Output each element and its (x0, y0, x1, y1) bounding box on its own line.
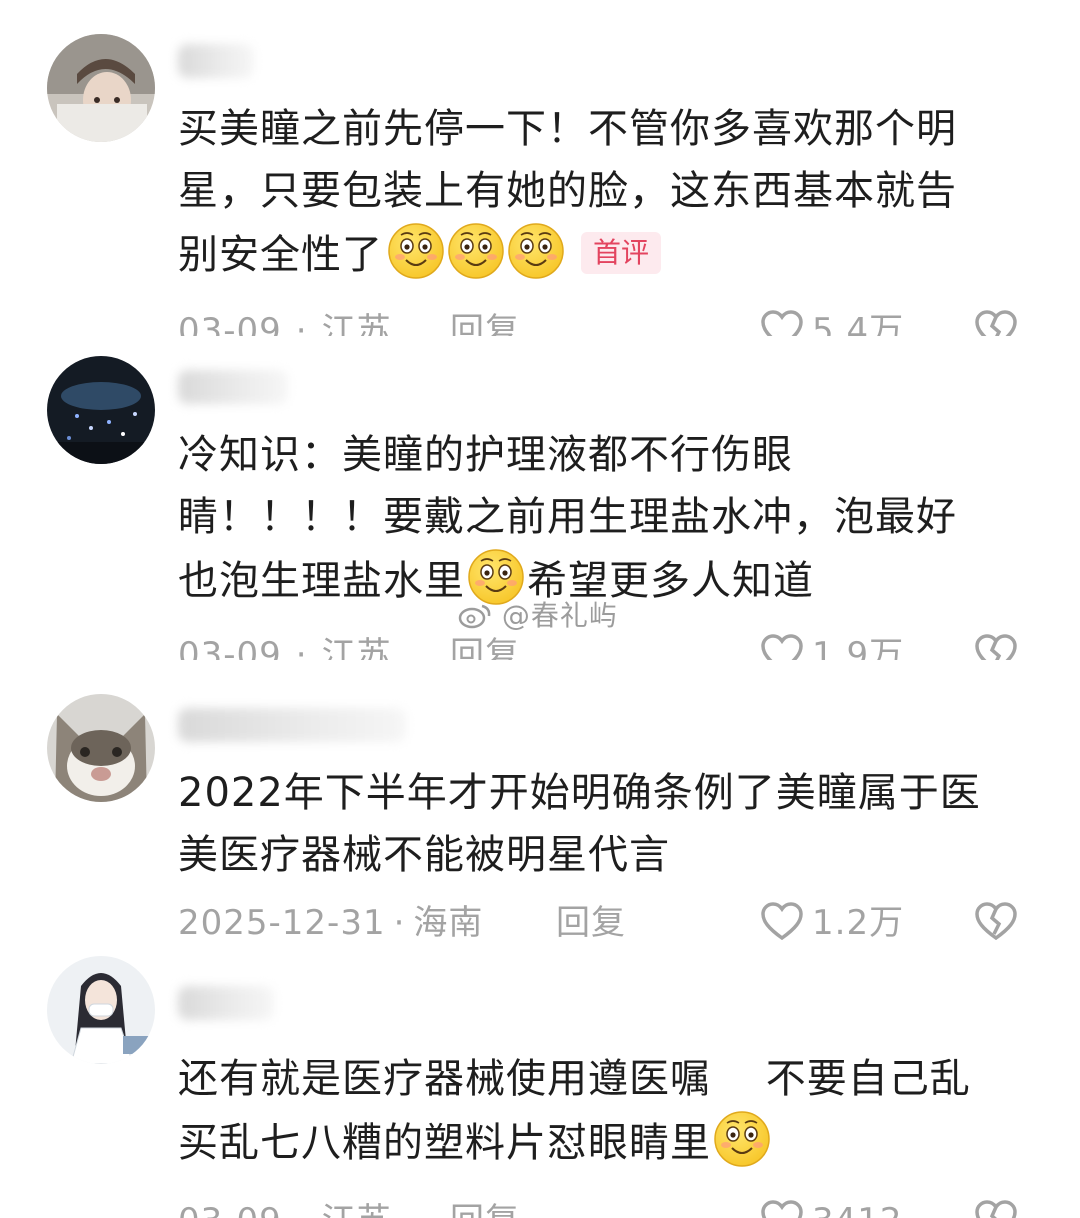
comment-meta: 2025-12-31 · 海南 回复 1.2万 (178, 898, 1080, 940)
comment-line-text: 别安全性了 (178, 232, 383, 278)
meta-separator: · (295, 635, 308, 660)
comment-location: 江苏 (322, 1201, 392, 1218)
weibo-logo-icon (458, 603, 492, 629)
comment-text: 2022年下半年才开始明确条例了美瞳属于医 美医疗器械不能被明星代言 (178, 762, 1038, 886)
grin-emoji-icon (507, 222, 565, 280)
username-blurred[interactable] (178, 370, 288, 404)
comment-meta: 03-09 · 江苏 回复 1.9万 (178, 630, 1080, 660)
avatar[interactable] (47, 34, 155, 142)
avatar[interactable] (47, 694, 155, 802)
avatar-image (47, 694, 155, 802)
reply-button[interactable]: 回复 (556, 898, 626, 940)
reply-button[interactable]: 回复 (450, 630, 520, 660)
grin-emoji-icon (713, 1110, 771, 1168)
dislike-icon[interactable] (974, 308, 1018, 336)
username-blurred[interactable] (178, 986, 274, 1020)
comment-location: 江苏 (321, 635, 392, 660)
like-count: 1.2万 (812, 903, 905, 940)
comment-line-last: 别安全性了 首评 (178, 222, 1038, 284)
meta-separator: · (295, 311, 308, 336)
comment-item: 买美瞳之前先停一下！不管你多喜欢那个明 星，只要包装上有她的脸，这东西基本就告 … (0, 0, 1080, 336)
comment-line-text: 买乱七八糟的塑料片怼眼睛里 (178, 1120, 711, 1166)
comment-text: 冷知识：美瞳的护理液都不行伤眼 睛！！！！要戴之前用生理盐水冲，泡最好 也泡生理… (178, 424, 1038, 610)
avatar[interactable] (47, 956, 155, 1064)
comment-location: 江苏 (321, 311, 392, 336)
comment-item: 还有就是医疗器械使用遵医嘱 不要自己乱 买乱七八糟的塑料片怼眼睛里 03-09 ·… (0, 950, 1080, 1218)
comment-line: 星，只要包装上有她的脸，这东西基本就告 (178, 168, 957, 214)
comment-line: 还有就是医疗器械使用遵医嘱 不要自己乱 (178, 1056, 971, 1102)
meta-separator: · (393, 903, 406, 940)
comment-line-text: 也泡生理盐水里 (178, 558, 465, 604)
like-icon[interactable] (760, 632, 804, 660)
comment-meta: 03-09 · 江苏 回复 5.4万 (178, 306, 1080, 336)
comment-location: 海南 (413, 903, 484, 940)
comment-line: 2022年下半年才开始明确条例了美瞳属于医 (178, 770, 981, 816)
avatar-image (47, 34, 155, 142)
comment-text: 买美瞳之前先停一下！不管你多喜欢那个明 星，只要包装上有她的脸，这东西基本就告 … (178, 98, 1038, 284)
avatar[interactable] (47, 356, 155, 464)
like-icon[interactable] (760, 1198, 804, 1218)
watermark-text: @春礼屿 (501, 599, 618, 632)
like-count: 5.4万 (812, 311, 905, 336)
like-icon[interactable] (760, 900, 804, 940)
dislike-icon[interactable] (974, 1198, 1018, 1218)
username-blurred[interactable] (178, 708, 406, 742)
reply-button[interactable]: 回复 (450, 306, 520, 336)
dislike-icon[interactable] (974, 632, 1018, 660)
avatar-image (47, 356, 155, 464)
first-comment-badge: 首评 (581, 232, 662, 274)
comment-date: 03-09 (178, 1201, 282, 1218)
comment-line: 睛！！！！要戴之前用生理盐水冲，泡最好 (178, 494, 957, 540)
like-icon[interactable] (760, 308, 804, 336)
dislike-icon[interactable] (974, 900, 1018, 940)
meta-separator: · (296, 1201, 308, 1218)
comment-line-last: 买乱七八糟的塑料片怼眼睛里 (178, 1110, 1038, 1172)
comment-item: 2022年下半年才开始明确条例了美瞳属于医 美医疗器械不能被明星代言 2025-… (0, 680, 1080, 940)
like-count: 3412 (812, 1196, 903, 1218)
grin-emoji-icon (447, 222, 505, 280)
comment-date: 2025-12-31 (178, 903, 386, 940)
like-count: 1.9万 (812, 635, 905, 660)
comment-text: 还有就是医疗器械使用遵医嘱 不要自己乱 买乱七八糟的塑料片怼眼睛里 (178, 1048, 1038, 1172)
grin-emoji-icon (387, 222, 445, 280)
reply-button[interactable]: 回复 (450, 1196, 520, 1218)
comment-date: 03-09 (178, 635, 282, 660)
username-blurred[interactable] (178, 44, 254, 78)
comment-line: 美医疗器械不能被明星代言 (178, 832, 670, 878)
watermark: @春礼屿 (458, 594, 618, 634)
avatar-image (47, 956, 155, 1064)
comment-meta: 03-09 · 江苏 回复 3412 (178, 1196, 1080, 1218)
comment-date: 03-09 (178, 311, 282, 336)
comment-line: 买美瞳之前先停一下！不管你多喜欢那个明 (178, 106, 957, 152)
comment-line: 冷知识：美瞳的护理液都不行伤眼 (178, 432, 793, 478)
